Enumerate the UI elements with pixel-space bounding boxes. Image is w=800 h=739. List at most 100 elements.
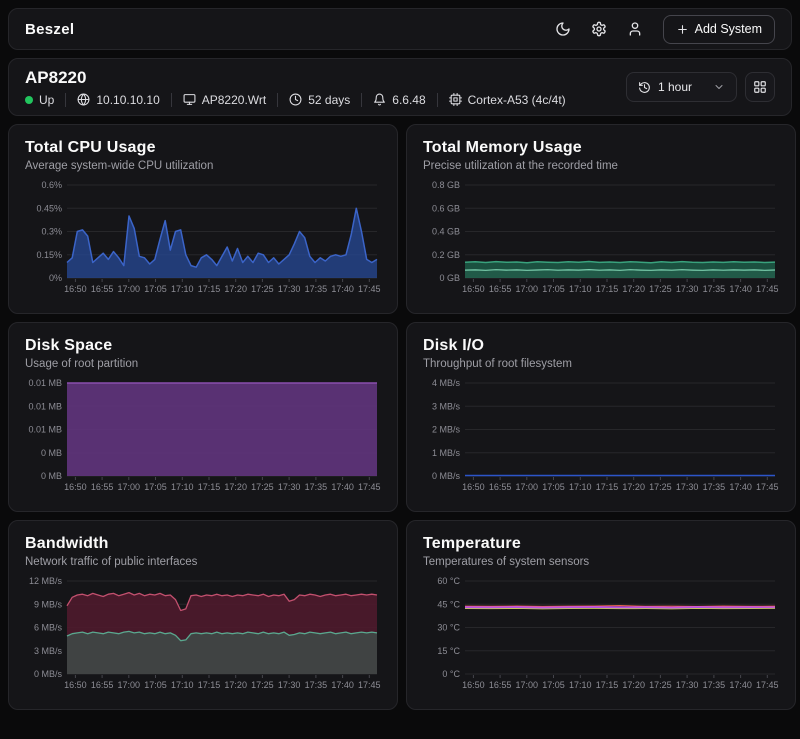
system-info-left: AP8220 Up 10.10.10.10 AP8220.Wrt 52 days — [25, 68, 566, 107]
top-navbar: Beszel Add System — [8, 8, 792, 50]
svg-text:45 °C: 45 °C — [437, 599, 460, 609]
svg-text:0.01 MB: 0.01 MB — [28, 425, 62, 435]
app-logo[interactable]: Beszel — [25, 21, 74, 38]
grid-layout-icon — [753, 80, 767, 94]
svg-text:17:05: 17:05 — [144, 482, 167, 492]
svg-text:17:45: 17:45 — [358, 284, 381, 294]
bell-icon — [373, 93, 386, 106]
system-cpu-model-value: Cortex-A53 (4c/4t) — [468, 93, 566, 107]
svg-text:16:55: 16:55 — [489, 284, 512, 294]
svg-text:4 MB/s: 4 MB/s — [432, 378, 461, 388]
svg-text:17:25: 17:25 — [251, 284, 274, 294]
svg-text:17:45: 17:45 — [756, 482, 779, 492]
svg-text:17:35: 17:35 — [305, 284, 328, 294]
svg-text:17:20: 17:20 — [224, 680, 247, 690]
svg-text:30 °C: 30 °C — [437, 623, 460, 633]
svg-text:16:50: 16:50 — [462, 482, 485, 492]
svg-text:16:50: 16:50 — [64, 680, 87, 690]
cpu-chart-title: Total CPU Usage — [25, 139, 381, 157]
cpu-chip-icon — [449, 93, 462, 106]
svg-text:17:10: 17:10 — [569, 482, 592, 492]
disk-space-chart[interactable]: 0.01 MB0.01 MB0.01 MB0 MB0 MB16:5016:551… — [25, 378, 381, 496]
svg-text:17:25: 17:25 — [649, 284, 672, 294]
status-badge: Up — [25, 93, 54, 107]
clock-icon — [289, 93, 302, 106]
theme-toggle-button[interactable] — [555, 21, 571, 37]
svg-text:17:30: 17:30 — [278, 482, 301, 492]
svg-text:17:35: 17:35 — [703, 680, 726, 690]
svg-text:17:05: 17:05 — [144, 284, 167, 294]
divider — [65, 93, 66, 107]
svg-text:17:20: 17:20 — [224, 284, 247, 294]
charts-grid: Total CPU Usage Average system-wide CPU … — [8, 124, 792, 710]
svg-text:0 MB/s: 0 MB/s — [34, 669, 63, 679]
system-ip: 10.10.10.10 — [77, 93, 159, 107]
memory-chart[interactable]: 0.8 GB0.6 GB0.4 GB0.2 GB0 GB16:5016:5517… — [423, 180, 779, 298]
system-info-bar: AP8220 Up 10.10.10.10 AP8220.Wrt 52 days — [8, 58, 792, 116]
svg-text:17:30: 17:30 — [278, 680, 301, 690]
svg-text:17:40: 17:40 — [331, 284, 354, 294]
svg-text:17:25: 17:25 — [251, 680, 274, 690]
layout-toggle-button[interactable] — [745, 72, 775, 102]
svg-text:1 MB/s: 1 MB/s — [432, 448, 461, 458]
user-menu-button[interactable] — [627, 21, 643, 37]
svg-text:16:50: 16:50 — [64, 284, 87, 294]
svg-text:17:35: 17:35 — [305, 680, 328, 690]
svg-text:0 MB: 0 MB — [41, 471, 62, 481]
cpu-chart[interactable]: 0.6%0.45%0.3%0.15%0%16:5016:5517:0017:05… — [25, 180, 381, 298]
system-kernel-value: 6.6.48 — [392, 93, 425, 107]
disk-space-chart-title: Disk Space — [25, 337, 381, 355]
svg-text:16:55: 16:55 — [91, 482, 114, 492]
disk-io-chart[interactable]: 4 MB/s3 MB/s2 MB/s1 MB/s0 MB/s16:5016:55… — [423, 378, 779, 496]
svg-text:0.01 MB: 0.01 MB — [28, 378, 62, 388]
svg-text:17:35: 17:35 — [305, 482, 328, 492]
bandwidth-chart[interactable]: 12 MB/s9 MB/s6 MB/s3 MB/s0 MB/s16:5016:5… — [25, 576, 381, 694]
bandwidth-chart-card: Bandwidth Network traffic of public inte… — [8, 520, 398, 710]
memory-chart-title: Total Memory Usage — [423, 139, 779, 157]
svg-text:0.01 MB: 0.01 MB — [28, 401, 62, 411]
svg-text:17:20: 17:20 — [622, 284, 645, 294]
system-name: AP8220 — [25, 68, 566, 88]
svg-text:17:20: 17:20 — [622, 680, 645, 690]
svg-text:17:35: 17:35 — [703, 284, 726, 294]
disk-io-chart-card: Disk I/O Throughput of root filesystem 4… — [406, 322, 796, 512]
svg-text:17:05: 17:05 — [144, 680, 167, 690]
temperature-chart-subtitle: Temperatures of system sensors — [423, 556, 779, 568]
svg-text:0 GB: 0 GB — [439, 273, 460, 283]
divider — [361, 93, 362, 107]
svg-text:17:00: 17:00 — [118, 680, 141, 690]
svg-text:17:30: 17:30 — [676, 284, 699, 294]
svg-text:17:20: 17:20 — [622, 482, 645, 492]
svg-text:6 MB/s: 6 MB/s — [34, 623, 63, 633]
svg-text:17:00: 17:00 — [118, 284, 141, 294]
plus-icon — [676, 23, 689, 36]
system-cpu-model: Cortex-A53 (4c/4t) — [449, 93, 566, 107]
cpu-chart-subtitle: Average system-wide CPU utilization — [25, 160, 381, 172]
add-system-button[interactable]: Add System — [663, 15, 775, 44]
moon-icon — [555, 21, 571, 37]
svg-text:17:10: 17:10 — [569, 284, 592, 294]
system-uptime-value: 52 days — [308, 93, 350, 107]
svg-text:17:45: 17:45 — [756, 284, 779, 294]
system-hostname-value: AP8220.Wrt — [202, 93, 266, 107]
svg-text:16:55: 16:55 — [91, 680, 114, 690]
svg-text:17:10: 17:10 — [171, 680, 194, 690]
globe-icon — [77, 93, 90, 106]
svg-text:17:25: 17:25 — [649, 680, 672, 690]
svg-text:17:15: 17:15 — [198, 482, 221, 492]
svg-text:17:15: 17:15 — [198, 680, 221, 690]
svg-text:0.2 GB: 0.2 GB — [432, 250, 460, 260]
time-range-select[interactable]: 1 hour — [626, 72, 737, 102]
svg-text:17:05: 17:05 — [542, 482, 565, 492]
temperature-chart[interactable]: 60 °C45 °C30 °C15 °C0 °C16:5016:5517:001… — [423, 576, 779, 694]
svg-text:17:35: 17:35 — [703, 482, 726, 492]
system-hostname: AP8220.Wrt — [183, 93, 266, 107]
system-ip-value: 10.10.10.10 — [96, 93, 159, 107]
settings-button[interactable] — [591, 21, 607, 37]
memory-chart-card: Total Memory Usage Precise utilization a… — [406, 124, 796, 314]
svg-text:17:05: 17:05 — [542, 680, 565, 690]
svg-text:16:50: 16:50 — [462, 680, 485, 690]
svg-text:0.8 GB: 0.8 GB — [432, 180, 460, 190]
svg-text:17:15: 17:15 — [596, 284, 619, 294]
memory-chart-subtitle: Precise utilization at the recorded time — [423, 160, 779, 172]
